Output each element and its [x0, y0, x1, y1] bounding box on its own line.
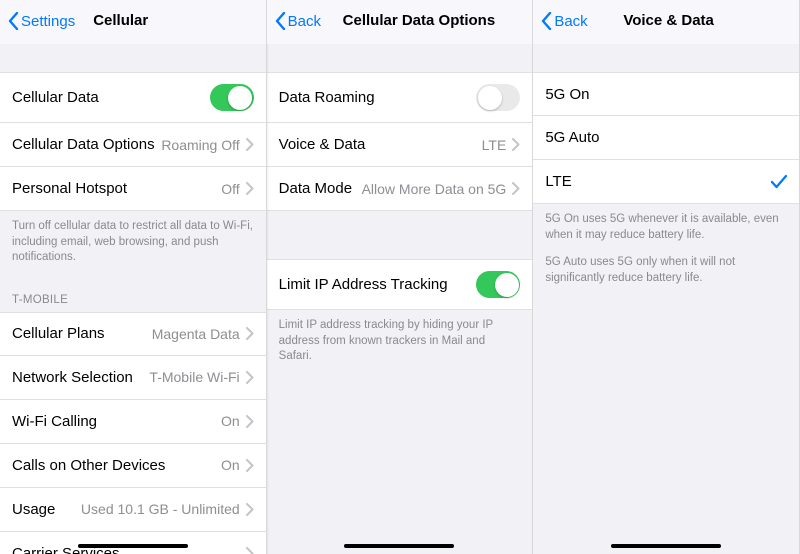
pane-voice-and-data: Back Voice & Data 5G On 5G Auto LTE 5G O… [533, 0, 800, 554]
row-label: Voice & Data [279, 136, 482, 153]
row-value: Used 10.1 GB - Unlimited [81, 501, 240, 517]
chevron-right-icon [246, 138, 254, 151]
row-value: LTE [482, 137, 507, 153]
footer-text: Limit IP address tracking by hiding your… [267, 310, 533, 375]
row-network-selection[interactable]: Network Selection T-Mobile Wi-Fi [0, 356, 266, 400]
chevron-left-icon [275, 12, 286, 30]
checkmark-icon [771, 175, 787, 189]
chevron-right-icon [512, 138, 520, 151]
row-5g-auto[interactable]: 5G Auto [533, 116, 799, 160]
row-usage[interactable]: Usage Used 10.1 GB - Unlimited [0, 488, 266, 532]
chevron-right-icon [246, 182, 254, 195]
page-title: Cellular [93, 12, 148, 29]
row-label: Cellular Data Options [12, 136, 161, 153]
row-value: On [221, 457, 240, 473]
row-personal-hotspot[interactable]: Personal Hotspot Off [0, 167, 266, 211]
chevron-left-icon [541, 12, 552, 30]
row-value: Roaming Off [161, 137, 239, 153]
row-limit-ip-tracking[interactable]: Limit IP Address Tracking [267, 259, 533, 310]
row-5g-on[interactable]: 5G On [533, 72, 799, 116]
row-label: 5G Auto [545, 129, 787, 146]
row-value: Magenta Data [152, 326, 240, 342]
navbar: Back Cellular Data Options [267, 0, 533, 44]
row-label: LTE [545, 173, 771, 190]
row-cellular-data[interactable]: Cellular Data [0, 72, 266, 123]
row-label: Usage [12, 501, 81, 518]
back-label: Back [554, 13, 587, 30]
chevron-right-icon [246, 459, 254, 472]
row-voice-and-data[interactable]: Voice & Data LTE [267, 123, 533, 167]
footer-text: 5G On uses 5G whenever it is available, … [533, 204, 799, 253]
row-label: Network Selection [12, 369, 149, 386]
row-label: Cellular Plans [12, 325, 152, 342]
chevron-right-icon [246, 547, 254, 554]
row-value: T-Mobile Wi-Fi [149, 369, 239, 385]
row-value: Allow More Data on 5G [362, 181, 507, 197]
chevron-right-icon [512, 182, 520, 195]
cellular-data-switch[interactable] [210, 84, 254, 111]
back-button[interactable]: Back [275, 12, 339, 30]
chevron-right-icon [246, 327, 254, 340]
footer-text: Turn off cellular data to restrict all d… [0, 211, 266, 276]
limit-ip-switch[interactable] [476, 271, 520, 298]
row-wifi-calling[interactable]: Wi-Fi Calling On [0, 400, 266, 444]
footer-text: 5G Auto uses 5G only when it will not si… [533, 253, 799, 296]
row-lte[interactable]: LTE [533, 160, 799, 204]
row-label: Limit IP Address Tracking [279, 276, 477, 293]
row-label: Data Roaming [279, 89, 477, 106]
navbar: Settings Cellular [0, 0, 266, 44]
back-label: Settings [21, 13, 75, 30]
chevron-right-icon [246, 415, 254, 428]
row-value: Off [221, 181, 239, 197]
row-data-roaming[interactable]: Data Roaming [267, 72, 533, 123]
row-data-mode[interactable]: Data Mode Allow More Data on 5G [267, 167, 533, 211]
row-cellular-data-options[interactable]: Cellular Data Options Roaming Off [0, 123, 266, 167]
chevron-right-icon [246, 371, 254, 384]
section-header-tmobile: T-Mobile [0, 276, 266, 312]
page-title: Voice & Data [623, 12, 714, 29]
row-carrier-services[interactable]: Carrier Services [0, 532, 266, 554]
chevron-right-icon [246, 503, 254, 516]
row-calls-other-devices[interactable]: Calls on Other Devices On [0, 444, 266, 488]
row-label: Wi-Fi Calling [12, 413, 221, 430]
home-indicator[interactable] [344, 544, 454, 548]
row-label: Data Mode [279, 180, 362, 197]
pane-cellular-data-options: Back Cellular Data Options Data Roaming … [267, 0, 534, 554]
back-button[interactable]: Settings [8, 12, 75, 30]
row-label: Cellular Data [12, 89, 210, 106]
row-label: Personal Hotspot [12, 180, 221, 197]
row-cellular-plans[interactable]: Cellular Plans Magenta Data [0, 312, 266, 356]
row-label: Calls on Other Devices [12, 457, 221, 474]
home-indicator[interactable] [611, 544, 721, 548]
home-indicator[interactable] [78, 544, 188, 548]
row-label: 5G On [545, 86, 787, 103]
data-roaming-switch[interactable] [476, 84, 520, 111]
row-value: On [221, 413, 240, 429]
navbar: Back Voice & Data [533, 0, 799, 44]
chevron-left-icon [8, 12, 19, 30]
page-title: Cellular Data Options [343, 12, 496, 29]
back-button[interactable]: Back [541, 12, 605, 30]
pane-cellular: Settings Cellular Cellular Data Cellular… [0, 0, 267, 554]
back-label: Back [288, 13, 321, 30]
